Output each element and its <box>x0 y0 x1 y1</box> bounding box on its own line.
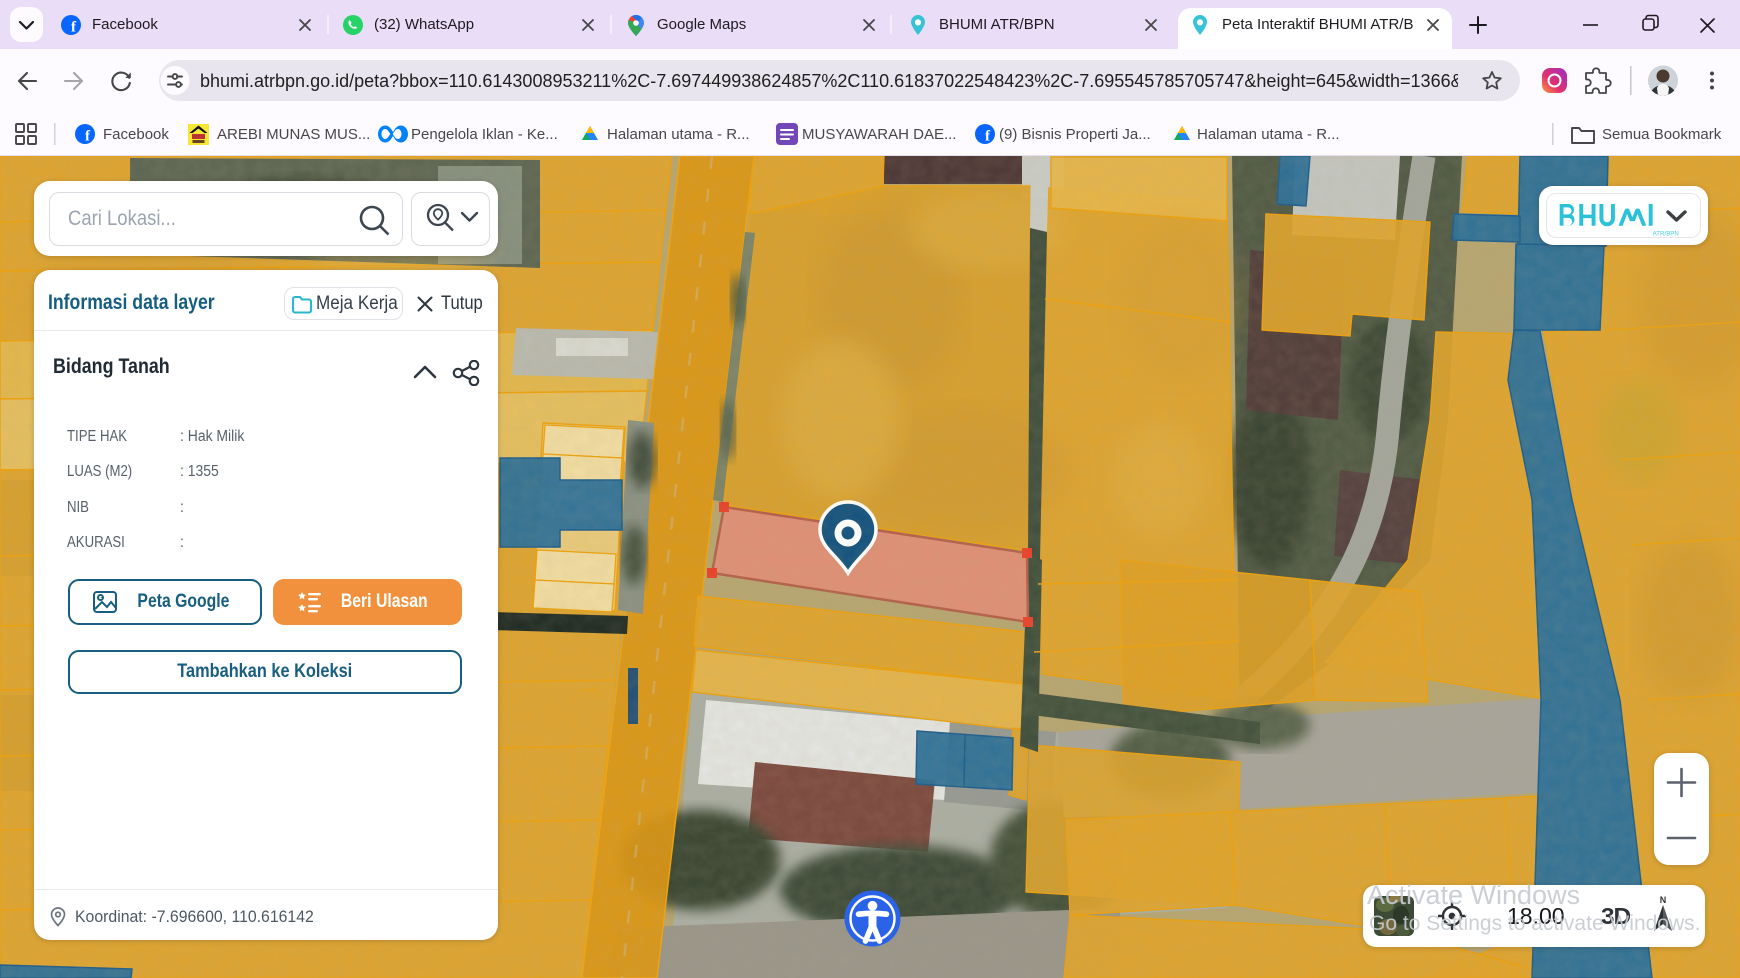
svg-text:N: N <box>1660 895 1667 905</box>
svg-text:ATR/BPN: ATR/BPN <box>1653 230 1679 237</box>
svg-text:G: G <box>97 595 103 602</box>
